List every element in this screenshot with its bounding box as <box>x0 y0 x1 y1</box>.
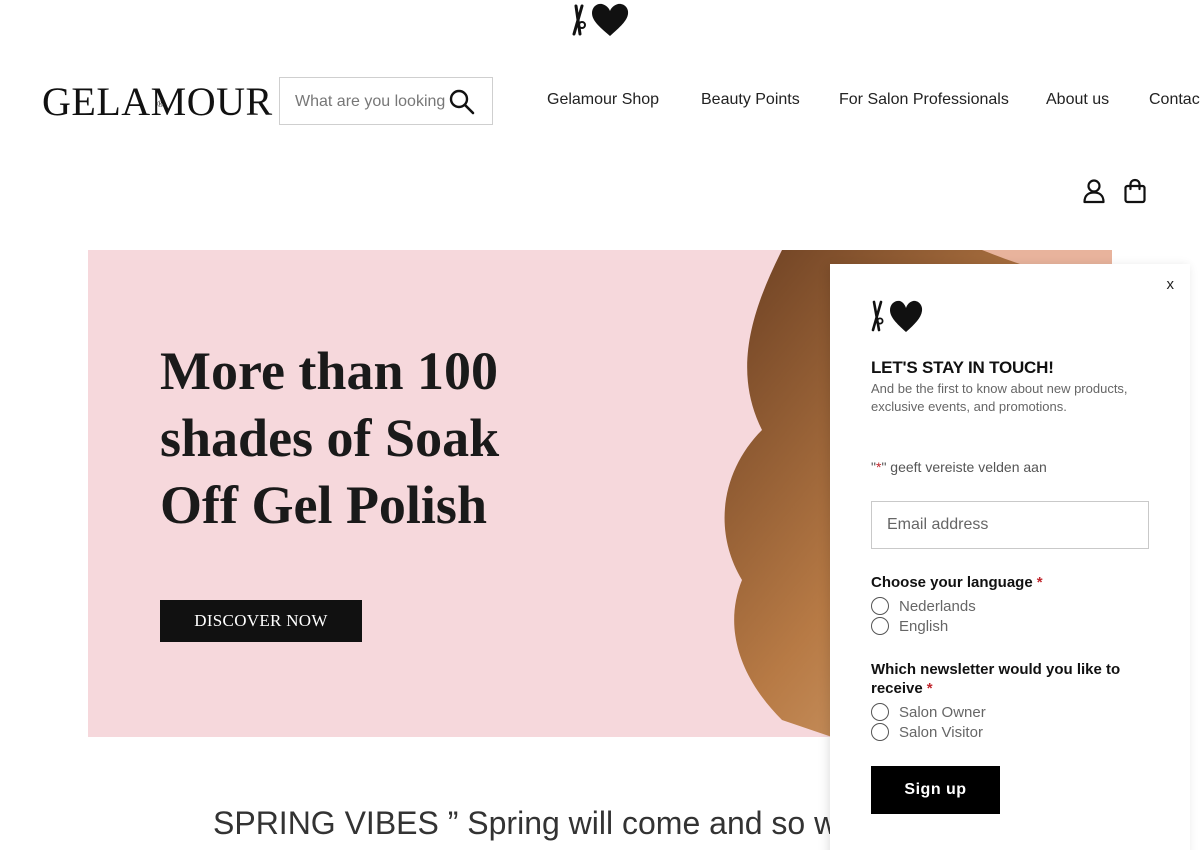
user-icon[interactable] <box>1082 178 1106 204</box>
main-nav: Gelamour Shop Beauty Points For Salon Pr… <box>547 91 1200 111</box>
registered-mark: ® <box>157 99 165 109</box>
sign-up-button[interactable]: Sign up <box>871 766 1000 814</box>
nav-item-contact[interactable]: Contact <box>1149 91 1200 109</box>
hero-title: More than 100 shades of Soak Off Gel Pol… <box>160 338 580 539</box>
scissors-heart-logo-icon <box>572 3 629 37</box>
radio-label: Nederlands <box>899 597 976 615</box>
popup-title: LET'S STAY IN TOUCH! <box>871 358 1054 377</box>
required-note-text: " geeft vereiste velden aan <box>881 459 1047 475</box>
search-icon[interactable] <box>448 88 476 116</box>
nav-item-gelamour-shop[interactable]: Gelamour Shop <box>547 91 659 109</box>
language-question-label: Choose your language <box>871 574 1033 591</box>
email-field-wrapper <box>871 501 1149 549</box>
required-star: * <box>926 680 933 697</box>
popup-subtitle: And be the first to know about new produ… <box>871 381 1128 414</box>
radio-label: Salon Owner <box>899 703 986 721</box>
newsletter-question-label: Which newsletter would you like to recei… <box>871 661 1121 697</box>
nav-item-about-us[interactable]: About us <box>1046 91 1109 109</box>
spring-vibes-heading: SPRING VIBES ” Spring will come and so w… <box>213 805 859 841</box>
newsletter-question: Which newsletter would you like to recei… <box>871 660 1161 698</box>
newsletter-option-salon-visitor[interactable]: Salon Visitor <box>871 722 983 742</box>
shopping-bag-icon[interactable] <box>1123 178 1147 204</box>
required-fields-note: "*" geeft vereiste velden aan <box>871 459 1047 475</box>
discover-now-button[interactable]: DISCOVER NOW <box>160 600 362 642</box>
radio-salon-visitor[interactable] <box>871 723 889 741</box>
required-star: * <box>1036 574 1043 591</box>
radio-label: Salon Visitor <box>899 723 983 741</box>
hero-title-line: shades of Soak <box>160 408 500 468</box>
nav-item-salon-professionals[interactable]: For Salon Professionals <box>839 91 1009 109</box>
newsletter-option-salon-owner[interactable]: Salon Owner <box>871 702 986 722</box>
language-question: Choose your language * <box>871 573 1161 592</box>
nav-item-beauty-points[interactable]: Beauty Points <box>701 91 800 109</box>
email-field[interactable] <box>872 502 1148 548</box>
radio-english[interactable] <box>871 617 889 635</box>
radio-label: English <box>899 617 949 635</box>
close-button[interactable]: x <box>1167 276 1175 293</box>
hero-title-line: Off Gel Polish <box>160 475 487 535</box>
newsletter-popup: x LET'S STAY IN TOUCH! And be the first … <box>830 264 1190 850</box>
scissors-heart-logo-icon <box>871 300 923 332</box>
radio-nederlands[interactable] <box>871 597 889 615</box>
radio-salon-owner[interactable] <box>871 703 889 721</box>
language-option-nederlands[interactable]: Nederlands <box>871 596 976 616</box>
search-input[interactable] <box>295 90 450 114</box>
hero-title-line: More than 100 <box>160 341 498 401</box>
language-option-english[interactable]: English <box>871 616 948 636</box>
search-box <box>279 77 493 125</box>
brand-logo[interactable]: GELAMOUR ® <box>42 80 273 124</box>
